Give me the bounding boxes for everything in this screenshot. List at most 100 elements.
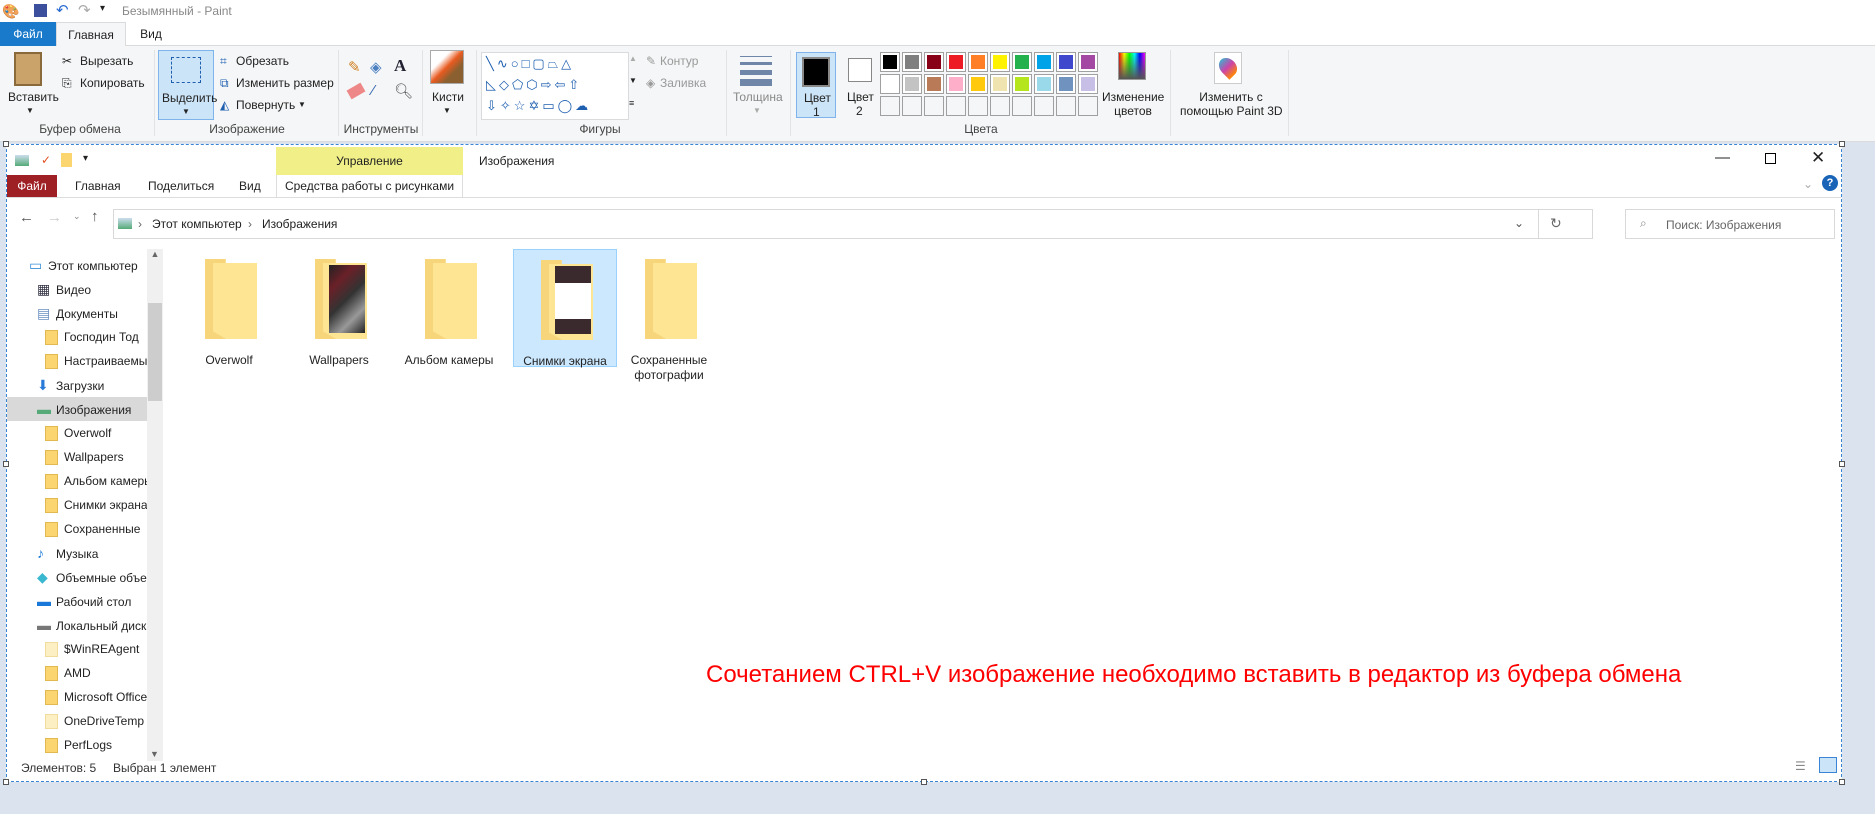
edit-colors-button[interactable]: Изменение цветов <box>1102 90 1164 118</box>
edit-with-paint3d-button[interactable]: Изменить с помощью Paint 3D <box>1180 90 1283 118</box>
tab-view[interactable]: Вид <box>239 179 261 193</box>
nav-item[interactable]: OneDriveTemp <box>7 709 147 733</box>
new-folder-icon[interactable] <box>61 153 72 167</box>
palette-swatch[interactable] <box>880 74 900 94</box>
navigation-scrollbar[interactable]: ▲ ▼ <box>147 249 163 761</box>
nav-item[interactable]: Настраиваемые <box>7 349 147 373</box>
palette-swatch[interactable] <box>1012 96 1032 116</box>
resize-handle[interactable] <box>921 779 927 785</box>
paste-dropdown-icon[interactable]: ▼ <box>26 106 34 115</box>
folder-item[interactable]: Снимки экрана <box>513 249 617 368</box>
palette-swatch[interactable] <box>946 96 966 116</box>
palette-swatch[interactable] <box>968 74 988 94</box>
paste-button[interactable]: Вставить <box>8 90 59 104</box>
palette-swatch[interactable] <box>1078 52 1098 72</box>
color2-button[interactable]: Цвет 2 <box>844 52 876 118</box>
resize-handle[interactable] <box>3 141 9 147</box>
palette-swatch[interactable] <box>1034 74 1054 94</box>
refresh-button[interactable]: ↻ <box>1550 215 1562 232</box>
nav-item[interactable]: $WinREAgent <box>7 637 147 661</box>
folder-item[interactable]: Overwolf <box>177 249 281 367</box>
tab-home[interactable]: Главная <box>75 179 121 193</box>
shapes-row[interactable]: ◺◇⬠⬡⇨⇦⇧ <box>486 74 628 95</box>
thickness-icon[interactable] <box>740 56 772 86</box>
color1-button[interactable]: Цвет 1 <box>796 52 836 119</box>
quick-access-dropdown-icon[interactable]: ▾ <box>83 153 88 164</box>
palette-swatch[interactable] <box>924 74 944 94</box>
paint3d-icon[interactable] <box>1214 52 1242 84</box>
rotate-button[interactable]: Повернуть <box>236 98 295 112</box>
resize-handle[interactable] <box>1839 779 1845 785</box>
shapes-row[interactable]: ╲∿○□▢⏢△ <box>486 53 628 74</box>
crop-button[interactable]: Обрезать <box>236 54 289 68</box>
nav-item[interactable]: Сохраненные <box>7 517 147 541</box>
nav-item[interactable]: ▬ Локальный диск <box>7 613 147 637</box>
select-dropdown-icon[interactable]: ▼ <box>182 107 190 116</box>
palette-swatch[interactable] <box>946 52 966 72</box>
tab-file[interactable]: Файл <box>7 175 57 197</box>
fill-button[interactable]: Заливка <box>660 76 706 90</box>
pasted-explorer-image[interactable]: ✓ ▾ Управление Изображения — ✕ Файл Глав… <box>3 141 1845 785</box>
palette-swatch[interactable] <box>924 96 944 116</box>
maximize-button[interactable] <box>1765 153 1776 164</box>
scroll-up-icon[interactable]: ▲ <box>147 249 163 259</box>
breadcrumb-this-pc[interactable]: Этот компьютер <box>152 217 242 231</box>
folder-item[interactable]: Альбом камеры <box>397 249 501 367</box>
nav-item[interactable]: AMD <box>7 661 147 685</box>
expand-ribbon-icon[interactable]: ⌄ <box>1803 177 1813 191</box>
details-view-button[interactable]: ☰ <box>1795 759 1806 773</box>
nav-item[interactable]: Microsoft Office <box>7 685 147 709</box>
nav-item[interactable]: ▭ Этот компьютер <box>7 253 147 277</box>
tab-file[interactable]: Файл <box>0 22 56 46</box>
nav-item[interactable]: Снимки экрана <box>7 493 147 517</box>
palette-swatch[interactable] <box>924 52 944 72</box>
nav-item[interactable]: ▤ Документы <box>7 301 147 325</box>
nav-item[interactable]: Альбом камеры <box>7 469 147 493</box>
palette-swatch[interactable] <box>1056 52 1076 72</box>
fill-bucket-icon[interactable]: ◈ <box>370 58 382 76</box>
palette-swatch[interactable] <box>1012 52 1032 72</box>
palette-swatch[interactable] <box>1056 74 1076 94</box>
tab-view[interactable]: Вид <box>128 22 174 46</box>
shapes-expand[interactable]: ≡ <box>629 98 634 108</box>
back-button[interactable]: ← <box>19 209 34 226</box>
outline-button[interactable]: Контур <box>660 54 698 68</box>
palette-swatch[interactable] <box>968 96 988 116</box>
resize-handle[interactable] <box>1839 461 1845 467</box>
save-icon[interactable] <box>34 4 47 17</box>
palette-swatch[interactable] <box>1078 96 1098 116</box>
palette-swatch[interactable] <box>902 74 922 94</box>
redo-icon[interactable]: ↷ <box>78 1 91 19</box>
rotate-dropdown-icon[interactable]: ▼ <box>298 100 306 109</box>
text-tool-icon[interactable]: A <box>394 56 406 76</box>
minimize-button[interactable]: — <box>1715 149 1730 166</box>
magnifier-icon[interactable]: 🔍︎ <box>394 82 413 100</box>
nav-item[interactable]: ▬ Изображения <box>7 397 147 421</box>
palette-swatch[interactable] <box>946 74 966 94</box>
brushes-icon[interactable] <box>430 50 464 84</box>
shapes-row[interactable]: ⇩✧☆✡▭◯☁ <box>486 95 628 116</box>
help-icon[interactable]: ? <box>1822 175 1838 191</box>
color-picker-icon[interactable]: ⁄ <box>372 82 375 99</box>
scroll-down-icon[interactable]: ▼ <box>150 749 159 759</box>
palette-swatch[interactable] <box>990 52 1010 72</box>
thickness-button[interactable]: Толщина <box>733 90 783 104</box>
cut-button[interactable]: Вырезать <box>80 54 133 68</box>
nav-item[interactable]: ◆ Объемные объекты <box>7 565 147 589</box>
folder-item[interactable]: Сохраненные фотографии <box>617 249 721 382</box>
palette-swatch[interactable] <box>968 52 988 72</box>
properties-icon[interactable]: ✓ <box>41 153 51 167</box>
address-dropdown-icon[interactable]: ⌄ <box>1514 216 1524 230</box>
search-input[interactable]: ⌕ Поиск: Изображения <box>1625 209 1835 239</box>
nav-item[interactable]: PerfLogs <box>7 733 147 757</box>
recent-locations-icon[interactable]: ⌄ <box>73 211 81 222</box>
palette-swatch[interactable] <box>1034 96 1054 116</box>
nav-item[interactable]: ♪ Музыка <box>7 541 147 565</box>
nav-item[interactable]: Господин Тод <box>7 325 147 349</box>
palette-swatch[interactable] <box>990 96 1010 116</box>
eraser-icon[interactable] <box>346 82 366 100</box>
resize-button[interactable]: Изменить размер <box>236 76 334 90</box>
palette-swatch[interactable] <box>1078 74 1098 94</box>
brushes-dropdown-icon[interactable]: ▼ <box>443 106 451 115</box>
palette-swatch[interactable] <box>880 96 900 116</box>
